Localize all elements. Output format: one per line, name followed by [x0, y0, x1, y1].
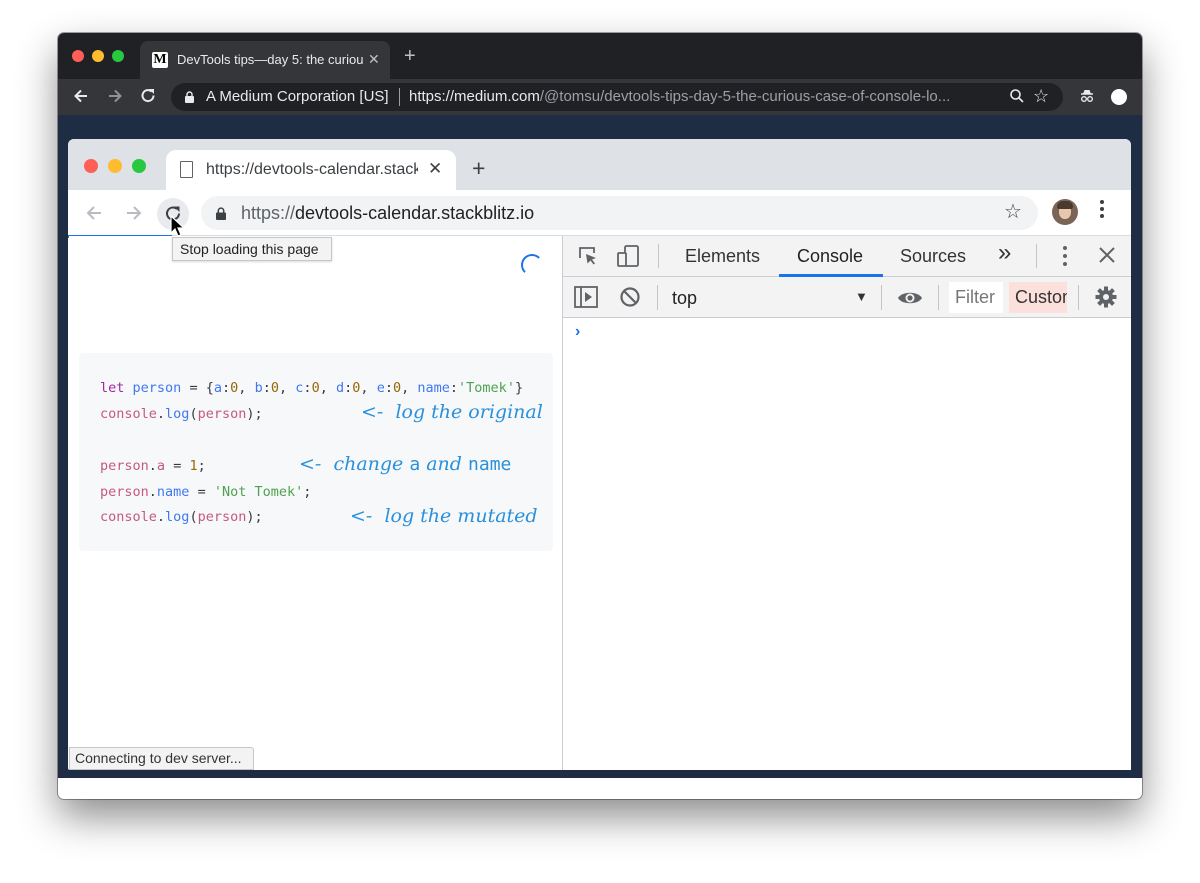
loading-spinner-icon [521, 254, 543, 276]
outer-toolbar: A Medium Corporation [US] https://medium… [58, 79, 1142, 115]
console-sidebar-icon[interactable] [574, 286, 598, 313]
outer-lock-icon [185, 91, 194, 103]
annotation-log-mutated-text: log the mutated [384, 505, 538, 527]
annotation-change-and: and [426, 453, 462, 475]
annotation-arrow: <- [361, 401, 384, 423]
tab-console[interactable]: Console [797, 245, 863, 267]
medium-logo-icon: M [152, 52, 168, 68]
outer-site-identity: A Medium Corporation [US] [206, 88, 389, 105]
inner-menu-icon[interactable] [1100, 200, 1104, 220]
inner-profile-avatar[interactable] [1052, 199, 1078, 225]
code-line-4: person.name = 'Not Tomek'; [100, 484, 312, 500]
device-toolbar-icon[interactable] [616, 244, 640, 273]
console-settings-gear-icon[interactable] [1095, 286, 1117, 313]
inner-tab-close-icon[interactable]: ✕ [428, 159, 442, 179]
outer-url-text: https://medium.com/@tomsu/devtools-tips-… [409, 88, 979, 106]
devtools-close-icon[interactable] [1098, 246, 1116, 269]
annotation-log-original-text: log the original [395, 401, 543, 423]
stop-loading-tooltip: Stop loading this page [172, 237, 332, 261]
inner-forward-icon[interactable] [124, 203, 144, 228]
annotation-arrow: <- [350, 505, 373, 527]
log-levels-dropdown[interactable]: Custom levels [1009, 282, 1067, 313]
outer-bookmark-star-icon[interactable]: ☆ [1033, 86, 1049, 106]
console-toolbar-divider [657, 285, 658, 310]
devtools-menu-icon[interactable] [1063, 246, 1067, 268]
outer-address-bar[interactable]: A Medium Corporation [US] https://medium… [171, 83, 1063, 111]
code-line-3: person.a = 1; [100, 458, 206, 474]
devtools-tab-bar: Elements Console Sources » [563, 236, 1131, 277]
status-bubble: Connecting to dev server... [69, 747, 254, 770]
code-line-5: console.log(person); [100, 509, 263, 525]
incognito-extension-icon[interactable] [1079, 88, 1095, 109]
outer-close-window-button[interactable] [72, 50, 84, 62]
inner-address-bar[interactable]: https://devtools-calendar.stackblitz.io … [201, 196, 1038, 230]
annotation-change-text: change [333, 453, 404, 475]
console-filter-input[interactable]: Filter [949, 282, 1003, 313]
inspect-element-icon[interactable] [577, 245, 599, 272]
inner-close-window-button[interactable] [84, 159, 98, 173]
devtools-divider [658, 244, 659, 268]
inner-bookmark-star-icon[interactable]: ☆ [1004, 200, 1022, 224]
inner-back-icon[interactable] [84, 203, 104, 228]
inner-zoom-window-button[interactable] [132, 159, 146, 173]
mouse-cursor-icon [170, 215, 184, 237]
outer-omnibox-divider [399, 88, 400, 106]
context-dropdown-icon[interactable]: ▼ [855, 289, 868, 305]
inner-lock-icon [216, 207, 226, 220]
annotation-change-a: a [409, 454, 421, 475]
annotation-arrow: <- [299, 453, 322, 475]
console-toolbar: top ▼ Filter Custom levels [563, 277, 1131, 318]
console-toolbar-divider [881, 285, 882, 310]
inner-minimize-window-button[interactable] [108, 159, 122, 173]
document-icon [180, 161, 193, 178]
tab-elements[interactable]: Elements [685, 245, 760, 267]
outer-profile-avatar[interactable] [1111, 89, 1127, 105]
console-toolbar-divider [1078, 285, 1079, 310]
outer-forward-icon[interactable] [106, 87, 124, 110]
page-content: let person = {a:0, b:0, c:0, d:0, e:0, n… [69, 236, 561, 770]
devtools-panel: Elements Console Sources » top ▼ Filter … [562, 236, 1131, 770]
outer-tab-title: DevTools tips—day 5: the curious case of… [177, 52, 363, 67]
inner-url-host: devtools-calendar.stackblitz.io [295, 203, 535, 223]
code-line-2: console.log(person); [100, 406, 263, 422]
annotation-change-name: name [468, 454, 512, 475]
outer-tab-close-icon[interactable]: ✕ [368, 50, 380, 68]
outer-new-tab-button[interactable]: + [404, 46, 416, 66]
tab-sources[interactable]: Sources [900, 245, 966, 267]
annotation-change: <- change a and name [299, 453, 511, 476]
outer-back-icon[interactable] [72, 87, 90, 110]
code-line-1: let person = {a:0, b:0, c:0, d:0, e:0, n… [100, 380, 524, 396]
outer-page-bottom [58, 778, 1142, 799]
code-snippet: let person = {a:0, b:0, c:0, d:0, e:0, n… [79, 353, 553, 551]
avatar-hair [1057, 201, 1073, 209]
outer-minimize-window-button[interactable] [92, 50, 104, 62]
outer-url-path: /@tomsu/devtools-tips-day-5-the-curious-… [539, 88, 951, 105]
inner-toolbar: https://devtools-calendar.stackblitz.io … [68, 190, 1131, 236]
context-selector[interactable]: top [672, 287, 697, 309]
annotation-log-mutated: <- log the mutated [350, 505, 538, 527]
devtools-divider [1036, 244, 1037, 268]
outer-active-tab[interactable]: M DevTools tips—day 5: the curious case … [140, 41, 390, 79]
clear-console-icon[interactable] [619, 286, 641, 313]
outer-reload-icon[interactable] [139, 87, 157, 110]
inner-tab-strip: https://devtools-calendar.stackblitz.io … [68, 139, 1131, 190]
inner-active-tab[interactable]: https://devtools-calendar.stackblitz.io … [166, 150, 456, 190]
inner-url-text: https://devtools-calendar.stackblitz.io [241, 203, 534, 223]
inner-tab-title: https://devtools-calendar.stackblitz.io [206, 161, 418, 178]
live-expression-eye-icon[interactable] [897, 289, 923, 312]
outer-zoom-icon[interactable] [1009, 88, 1025, 109]
inner-url-scheme: https:// [241, 203, 296, 223]
console-toolbar-divider [938, 285, 939, 310]
console-prompt-icon[interactable]: › [575, 322, 580, 342]
outer-tab-strip: M DevTools tips—day 5: the curious case … [58, 33, 1142, 79]
outer-zoom-window-button[interactable] [112, 50, 124, 62]
outer-url-host: https://medium.com [409, 88, 540, 105]
more-tabs-button[interactable]: » [998, 241, 1011, 265]
inner-new-tab-button[interactable]: + [472, 156, 485, 180]
annotation-log-original: <- log the original [361, 401, 543, 423]
